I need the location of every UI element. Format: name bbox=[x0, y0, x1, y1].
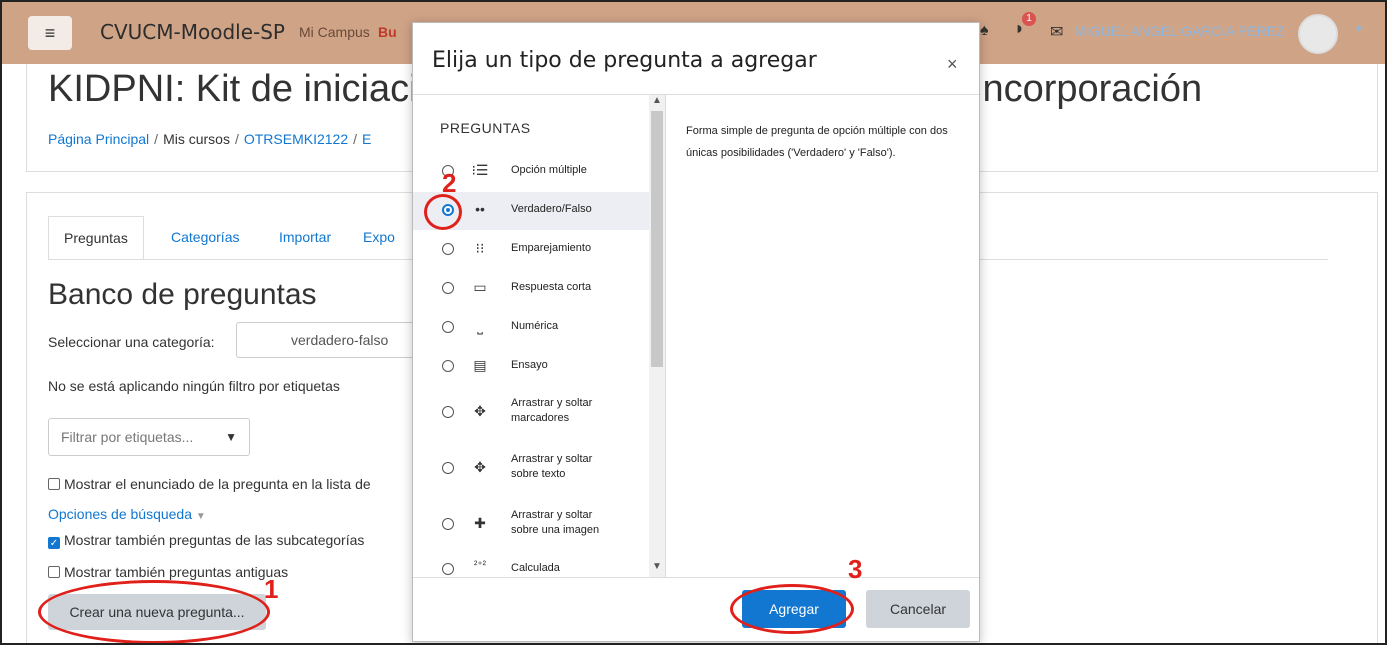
option-match[interactable]: ⁝⁝ Emparejamiento bbox=[413, 231, 649, 269]
partial-menu-link[interactable]: Bu bbox=[378, 24, 397, 40]
tab-preguntas[interactable]: Preguntas bbox=[48, 216, 144, 260]
textbox-icon: ▭ bbox=[473, 279, 487, 295]
option-label: Arrastrar y soltar marcadores bbox=[511, 397, 593, 424]
option-label: Verdadero/Falso bbox=[511, 203, 592, 215]
show-old-label: Mostrar también preguntas antiguas bbox=[64, 564, 289, 580]
list-scrollbar[interactable]: ▲ ▼ bbox=[649, 95, 665, 577]
option-radio[interactable] bbox=[442, 282, 454, 294]
option-radio[interactable] bbox=[442, 243, 454, 255]
show-subcategories-label: Mostrar también preguntas de las subcate… bbox=[64, 532, 365, 548]
show-statement-option[interactable]: Mostrar el enunciado de la pregunta en l… bbox=[48, 476, 371, 492]
match-icon: ⁝⁝ bbox=[475, 240, 485, 256]
option-radio[interactable] bbox=[442, 360, 454, 372]
show-old-checkbox[interactable] bbox=[48, 566, 60, 578]
breadcrumb-course[interactable]: OTRSEMKI2122 bbox=[244, 131, 348, 147]
option-label: Calculada bbox=[511, 562, 560, 574]
tab-exportar[interactable]: Expo bbox=[348, 216, 410, 260]
hamburger-icon[interactable]: ≡ bbox=[28, 16, 72, 50]
numeric-icon: ⎵ bbox=[477, 318, 483, 334]
breadcrumb-partial[interactable]: E bbox=[362, 131, 371, 147]
course-title-tail: incorporación bbox=[974, 68, 1203, 110]
close-icon[interactable]: × bbox=[947, 54, 958, 75]
annotation-number-2: 2 bbox=[442, 168, 457, 198]
notification-badge: 1 bbox=[1022, 12, 1036, 26]
option-ddwtos[interactable]: ✥ Arrastrar y soltar sobre texto bbox=[413, 448, 649, 490]
scroll-down-icon[interactable]: ▼ bbox=[652, 561, 662, 572]
dialog-footer-divider bbox=[413, 577, 979, 578]
option-label: Arrastrar y soltar sobre texto bbox=[511, 453, 593, 480]
show-old-option[interactable]: Mostrar también preguntas antiguas bbox=[48, 564, 288, 580]
option-calculated[interactable]: ²⁺² Calculada bbox=[413, 558, 649, 577]
tag-filter-input[interactable]: Filtrar por etiquetas... ▼ bbox=[48, 418, 250, 456]
bell-icon[interactable]: ♠ bbox=[980, 22, 989, 40]
chevron-down-icon[interactable]: ▼ bbox=[1354, 24, 1364, 35]
option-radio[interactable] bbox=[442, 462, 454, 474]
document-icon: ▤ bbox=[473, 357, 487, 373]
option-numerical[interactable]: ⎵ Numérica bbox=[413, 309, 649, 347]
search-options-toggle[interactable]: Opciones de búsqueda ▼ bbox=[48, 506, 206, 522]
option-radio[interactable] bbox=[442, 518, 454, 530]
option-ddimageortext[interactable]: ✚ Arrastrar y soltar sobre una imagen bbox=[413, 504, 649, 546]
option-ddmarker[interactable]: ✥ Arrastrar y soltar marcadores bbox=[413, 392, 649, 434]
option-essay[interactable]: ▤ Ensayo bbox=[413, 348, 649, 386]
option-label: Respuesta corta bbox=[511, 281, 592, 293]
option-label: Emparejamiento bbox=[511, 242, 592, 254]
breadcrumb-home[interactable]: Página Principal bbox=[48, 131, 149, 147]
option-radio[interactable] bbox=[442, 563, 454, 575]
move-markers-icon: ✥ bbox=[474, 403, 486, 419]
avatar[interactable] bbox=[1298, 14, 1338, 54]
scroll-up-icon[interactable]: ▲ bbox=[652, 95, 662, 106]
chevron-down-icon: ▼ bbox=[225, 430, 237, 444]
category-select[interactable]: verdadero-falso bbox=[236, 322, 436, 358]
screenshot-frame: ≡ CVUCM-Moodle-SP Mi Campus Bu ♠ ◗ 1 ✉ M… bbox=[0, 0, 1387, 645]
cancel-button[interactable]: Cancelar bbox=[866, 590, 970, 628]
list-icon: ⁝☰ bbox=[471, 162, 489, 178]
bank-title: Banco de preguntas bbox=[48, 278, 317, 311]
tab-categorias[interactable]: Categorías bbox=[156, 216, 254, 260]
course-title: KIDPNI: Kit de iniciació bbox=[48, 68, 439, 110]
breadcrumb-my-courses[interactable]: Mis cursos bbox=[163, 131, 230, 147]
option-label: Numérica bbox=[511, 320, 559, 332]
annotation-oval-2 bbox=[424, 194, 462, 230]
option-label: Ensayo bbox=[511, 359, 548, 371]
show-subcategories-checkbox[interactable]: ✓ bbox=[48, 537, 60, 549]
dots-icon: •• bbox=[475, 201, 485, 217]
tag-filter-placeholder: Filtrar por etiquetas... bbox=[61, 429, 194, 445]
dialog-title: Elija un tipo de pregunta a agregar bbox=[432, 48, 817, 73]
search-options-label: Opciones de búsqueda bbox=[48, 506, 192, 522]
pane-divider bbox=[665, 95, 666, 577]
annotation-number-1: 1 bbox=[264, 574, 279, 604]
section-heading: PREGUNTAS bbox=[440, 120, 531, 136]
calculated-icon: ²⁺² bbox=[474, 560, 486, 571]
annotation-number-3: 3 bbox=[848, 554, 863, 584]
mi-campus-link[interactable]: Mi Campus bbox=[299, 24, 370, 40]
no-filter-text: No se está aplicando ningún filtro por e… bbox=[48, 378, 340, 394]
type-description: Forma simple de pregunta de opción múlti… bbox=[686, 125, 948, 159]
option-shortanswer[interactable]: ▭ Respuesta corta bbox=[413, 270, 649, 308]
option-label: Opción múltiple bbox=[511, 164, 587, 176]
caret-down-icon: ▼ bbox=[195, 511, 206, 522]
annotation-oval-1 bbox=[38, 580, 270, 643]
option-radio[interactable] bbox=[442, 406, 454, 418]
option-radio[interactable] bbox=[442, 321, 454, 333]
category-label: Seleccionar una categoría: bbox=[48, 334, 215, 350]
option-label: Arrastrar y soltar sobre una imagen bbox=[511, 509, 600, 536]
scroll-thumb[interactable] bbox=[651, 111, 663, 367]
annotation-oval-3 bbox=[730, 584, 854, 634]
move-text-icon: ✥ bbox=[474, 459, 486, 475]
tab-importar[interactable]: Importar bbox=[264, 216, 346, 260]
show-statement-label: Mostrar el enunciado de la pregunta en l… bbox=[64, 476, 371, 492]
breadcrumb: Página Principal / Mis cursos / OTRSEMKI2122… bbox=[48, 131, 372, 147]
move-image-icon: ✚ bbox=[474, 515, 486, 531]
site-name[interactable]: CVUCM-Moodle-SP bbox=[100, 20, 285, 44]
show-subcategories-option[interactable]: ✓ Mostrar también preguntas de las subcat… bbox=[48, 532, 364, 549]
user-name[interactable]: MIGUEL ANGEL GARCIA PEREZ bbox=[1074, 23, 1285, 39]
show-statement-checkbox[interactable] bbox=[48, 478, 60, 490]
mail-icon[interactable]: ✉ bbox=[1050, 22, 1063, 42]
